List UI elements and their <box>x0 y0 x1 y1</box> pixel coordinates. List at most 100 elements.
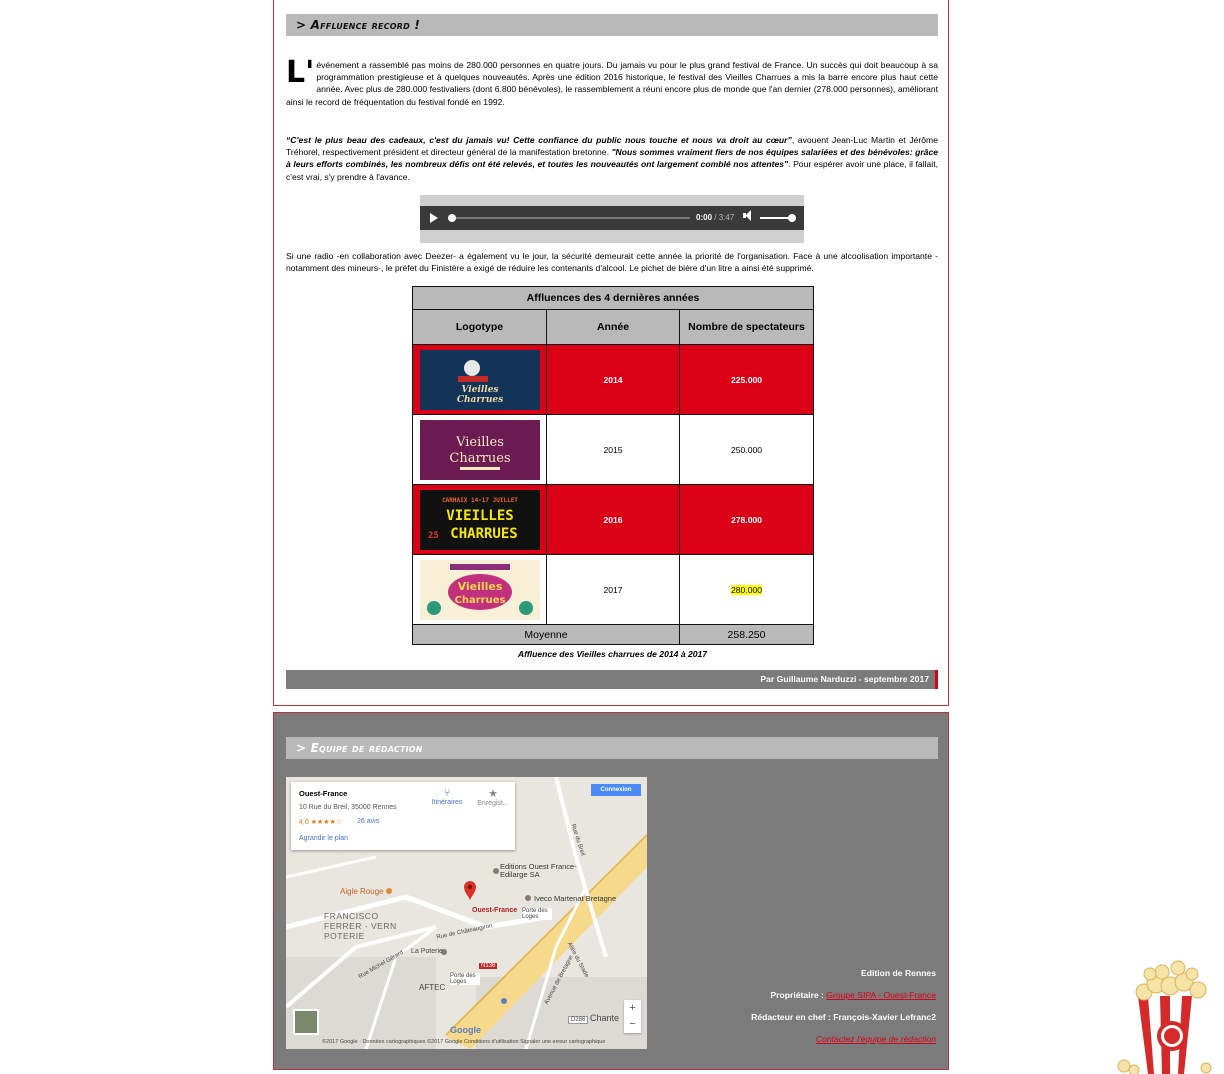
map-label-aigle: Aigle Rouge <box>340 887 384 896</box>
zoom-control[interactable]: + − <box>624 1000 641 1033</box>
spectators-cell: 278.000 <box>678 484 815 555</box>
spectators-cell: 225.000 <box>678 344 815 415</box>
contact-link[interactable]: Contactez l'équipe de rédaction <box>816 1034 936 1044</box>
svg-text:Charrues: Charrues <box>456 395 502 405</box>
reviews-link[interactable]: 26 avis <box>357 818 379 825</box>
star-icon: ★ <box>488 788 498 800</box>
section-title-affluence: > Affluence record ! <box>286 14 938 36</box>
author-byline: Par Guillaume Narduzzi - septembre 2017 <box>286 670 938 689</box>
table-row: CARHAIX 14-17 JUILLET VIEILLES CHARRUES … <box>412 484 815 555</box>
map-label-porte-1: Porte des Loges <box>450 973 480 985</box>
directions-button[interactable]: ⑂ Itinéraires <box>429 787 465 806</box>
logo-cell: Vieilles Charrues <box>412 414 547 485</box>
edition-label: Edition de Rennes <box>861 968 936 978</box>
play-icon[interactable] <box>430 213 438 223</box>
map-label-aftec: AFTEC <box>419 983 446 992</box>
svg-text:Charrues: Charrues <box>454 595 505 606</box>
logo-cell: CARHAIX 14-17 JUILLET VIEILLES CHARRUES … <box>412 484 547 555</box>
rating-stars-icon: ★★★★☆ <box>310 819 343 826</box>
logo-cell: Vieilles Charrues <box>412 344 547 415</box>
table-row: Vieilles Charrues 2014 225.000 <box>412 344 815 415</box>
column-header-logotype: Logotype <box>412 309 547 345</box>
drop-cap: L' <box>286 55 315 90</box>
team-panel: > Equipe de rédaction Ouest-France 10 Ru… <box>273 712 949 1070</box>
average-row: Moyenne 258.250 <box>412 624 815 645</box>
svg-text:Vieilles: Vieilles <box>455 435 504 450</box>
road-badge-n136: N136 <box>479 963 498 969</box>
map-label-iveco: Iveco Martenat Bretagne <box>534 894 617 903</box>
contact-line: Contactez l'équipe de rédaction <box>751 1034 936 1045</box>
paragraph-intro-text: événement a rassemblé pas moins de 280.0… <box>286 60 938 107</box>
connexion-button[interactable]: Connexion <box>591 784 641 796</box>
audio-duration: / 3:47 <box>714 213 735 222</box>
owner-link[interactable]: Groupe SIPA - Ouest-France <box>826 990 936 1000</box>
map-label-chantepie: Chante <box>590 1013 620 1023</box>
quote-1: “C'est le plus beau des cadeaux, c'est d… <box>286 135 792 145</box>
map-label-porte-2: Porte des Loges <box>522 908 552 920</box>
vieilles-charrues-2015-logo: Vieilles Charrues <box>419 419 540 480</box>
enlarge-map-link[interactable]: Agrandir le plan <box>299 835 348 842</box>
map-footer: ©2017 Google · Données cartographiques ©… <box>322 1039 606 1045</box>
map-label-editions: Editions Ouest France-Edilarge SA <box>500 862 577 879</box>
volume-slider[interactable] <box>760 217 790 219</box>
google-map[interactable]: Ouest-France 10 Rue du Breil, 35000 Renn… <box>286 777 647 1049</box>
year-cell: 2017 <box>546 554 680 625</box>
place-address: 10 Rue du Breil, 35000 Rennes <box>299 804 397 811</box>
table-row: Vieilles Charrues 2015 250.000 <box>412 414 815 485</box>
year-cell: 2014 <box>546 344 680 415</box>
audio-player-frame: 0:00 / 3:47 <box>420 195 804 243</box>
credits-block: Edition de Rennes Propriétaire : Groupe … <box>751 968 936 1056</box>
editor-line: Rédacteur en chef : François-Xavier Lefr… <box>751 1012 936 1022</box>
directions-label: Itinéraires <box>431 799 463 806</box>
zoom-out-icon[interactable]: − <box>624 1016 641 1032</box>
paragraph-intro: L' événement a rassemblé pas moins de 280… <box>286 55 938 108</box>
year-cell: 2016 <box>546 484 680 555</box>
place-rating: 4,0 ★★★★☆ <box>299 818 342 826</box>
volume-handle[interactable] <box>788 214 796 222</box>
attendance-table: Affluences des 4 dernières années Logoty… <box>411 286 815 645</box>
section-title-team: > Equipe de rédaction <box>286 737 938 759</box>
svg-text:Vieilles: Vieilles <box>457 580 502 593</box>
average-label: Moyenne <box>412 624 680 645</box>
article-panel: > Affluence record ! L' événement a rasse… <box>273 0 949 706</box>
figure-caption: Affluence des Vieilles charrues de 2014 … <box>517 649 708 659</box>
average-value: 258.250 <box>678 624 815 645</box>
rating-value: 4,0 <box>299 819 309 826</box>
map-marker-label: Ouest-France <box>472 907 518 914</box>
audio-time: 0:00 / 3:47 <box>696 206 734 230</box>
save-button[interactable]: ★ Enregist... <box>475 787 511 807</box>
svg-text:Vieilles: Vieilles <box>461 385 498 395</box>
spectators-cell: 280.000 <box>678 554 815 625</box>
vieilles-charrues-2016-logo: CARHAIX 14-17 JUILLET VIEILLES CHARRUES … <box>419 489 540 550</box>
table-row: Vieilles Charrues 2017 280.000 <box>412 554 815 625</box>
place-info-card: Ouest-France 10 Rue du Breil, 35000 Renn… <box>291 782 515 850</box>
vieilles-charrues-2017-logo: Vieilles Charrues <box>419 559 540 620</box>
audio-player[interactable]: 0:00 / 3:47 <box>420 206 804 230</box>
map-label-francisco: FRANCISCO FERRER - VERN POTERIE <box>324 911 397 941</box>
spectators-cell: 250.000 <box>678 414 815 485</box>
highlighted-value: 280.000 <box>730 584 763 595</box>
logo-cell: Vieilles Charrues <box>412 554 547 625</box>
popcorn-icon <box>1117 960 1212 1074</box>
audio-seek-bar[interactable] <box>450 217 690 219</box>
column-header-year: Année <box>546 309 680 345</box>
vieilles-charrues-2014-logo: Vieilles Charrues <box>419 349 540 410</box>
owner-line: Propriétaire : Groupe SIPA - Ouest-Franc… <box>751 990 936 1001</box>
column-header-spectators: Nombre de spectateurs <box>678 309 815 345</box>
audio-seek-handle[interactable] <box>448 214 456 222</box>
volume-icon[interactable] <box>743 210 751 221</box>
svg-text:Charrues: Charrues <box>449 451 510 466</box>
owner-label: Propriétaire : <box>770 990 827 1000</box>
satellite-toggle[interactable] <box>293 1009 319 1035</box>
svg-text:CHARRUES: CHARRUES <box>450 526 517 542</box>
place-name: Ouest-France <box>299 789 348 798</box>
svg-text:VIEILLES: VIEILLES <box>446 508 513 524</box>
directions-icon: ⑂ <box>443 787 451 799</box>
zoom-in-icon[interactable]: + <box>624 1000 641 1016</box>
svg-text:25: 25 <box>428 531 439 541</box>
road-badge-d286: D286 <box>568 1016 589 1024</box>
google-logo: Google <box>450 1025 481 1035</box>
save-label: Enregist... <box>477 800 509 807</box>
year-cell: 2015 <box>546 414 680 485</box>
audio-current-time: 0:00 <box>696 213 713 222</box>
